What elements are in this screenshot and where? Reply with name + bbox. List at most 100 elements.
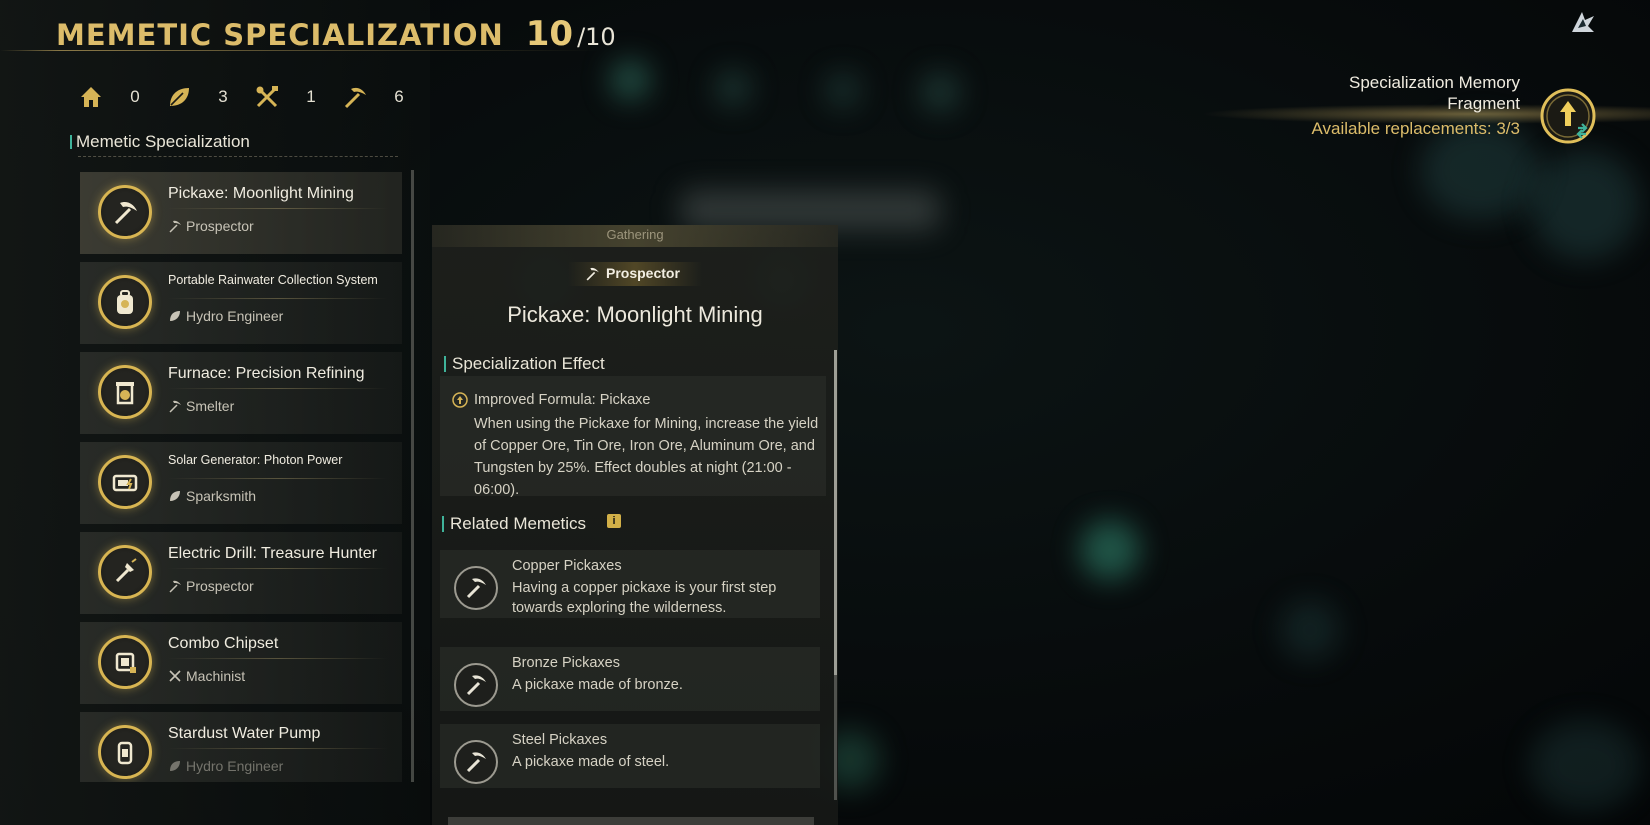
related-desc: A pickaxe made of steel.	[512, 754, 670, 770]
title-divider	[0, 50, 600, 51]
stat-leaf: 3	[166, 84, 254, 110]
backpack-icon	[117, 290, 133, 314]
item-icon-ring	[98, 365, 152, 419]
title-count: 10	[525, 14, 574, 54]
related-name: Copper Pickaxes	[512, 558, 622, 574]
pump-icon	[117, 741, 133, 765]
pickaxe-icon	[169, 220, 181, 233]
list-item[interactable]: Pickaxe: Moonlight Mining Prospector	[80, 172, 402, 254]
item-role-label: Sparksmith	[186, 488, 257, 504]
related-desc: Having a copper pickaxe is your first st…	[512, 580, 777, 616]
stat-pickaxe: 6	[342, 84, 430, 110]
title-max: /10	[577, 23, 616, 51]
related-icon-ring	[454, 566, 498, 610]
effect-name: Improved Formula: Pickaxe	[474, 392, 651, 408]
item-role: Hydro Engineer	[168, 758, 283, 774]
leaf-icon	[170, 88, 189, 106]
item-icon-ring	[98, 725, 152, 779]
item-divider	[168, 478, 388, 479]
related-desc: A pickaxe made of bronze.	[512, 677, 683, 693]
item-role-label: Smelter	[186, 398, 235, 414]
item-role: Machinist	[168, 668, 245, 684]
info-icon[interactable]: i	[607, 514, 621, 528]
leaf-icon	[170, 311, 180, 321]
related-item[interactable]: Steel Pickaxes A pickaxe made of steel.	[440, 724, 820, 788]
stat-pickaxe-value: 6	[394, 87, 404, 106]
pickaxe-icon	[169, 580, 181, 593]
leaf-icon	[170, 761, 180, 771]
item-divider	[168, 748, 388, 749]
item-name: Portable Rainwater Collection System	[168, 273, 378, 287]
item-role: Hydro Engineer	[168, 308, 283, 324]
stat-tools-value: 1	[306, 87, 316, 106]
item-divider	[168, 298, 388, 299]
stat-home: 0	[78, 84, 166, 110]
related-icon-ring	[454, 740, 498, 784]
item-role: Prospector	[168, 218, 254, 234]
specialization-stats: 0 3 1 6	[78, 84, 430, 110]
pickaxe-icon	[466, 675, 486, 696]
item-icon-ring	[98, 185, 152, 239]
upgrade-icon	[452, 392, 468, 408]
list-scrollbar[interactable]	[411, 170, 414, 782]
item-name: Pickaxe: Moonlight Mining	[168, 185, 354, 202]
stat-home-value: 0	[130, 87, 140, 106]
related-heading: Related Memetics	[441, 514, 587, 533]
stat-tools: 1	[254, 84, 342, 110]
page-title: MEMETIC SPECIALIZATION 10 /10	[56, 14, 616, 58]
list-item[interactable]: Stardust Water Pump Hydro Engineer	[80, 712, 402, 782]
related-item[interactable]: Bronze Pickaxes A pickaxe made of bronze…	[440, 647, 820, 711]
fragment-title-1: Specialization Memory	[1348, 73, 1520, 92]
spec-tag-label: Prospector	[606, 265, 680, 281]
pickaxe-icon	[114, 201, 137, 225]
item-name: Stardust Water Pump	[168, 725, 321, 742]
list-item[interactable]: Furnace: Precision Refining Smelter	[80, 352, 402, 434]
item-name: Solar Generator: Photon Power	[168, 453, 343, 467]
item-name: Electric Drill: Treasure Hunter	[168, 545, 377, 562]
related-item[interactable]: Copper Pickaxes Having a copper pickaxe …	[440, 550, 820, 618]
list-heading: Memetic Specialization	[70, 132, 250, 151]
specialization-list: Pickaxe: Moonlight Mining Prospector Por…	[80, 172, 402, 782]
list-item[interactable]: Portable Rainwater Collection System Hyd…	[80, 262, 402, 344]
detail-scrollbar-thumb[interactable]	[834, 350, 837, 675]
spec-tag: Prospector	[585, 265, 680, 281]
item-icon-ring	[98, 455, 152, 509]
list-heading-divider	[78, 156, 398, 157]
item-icon-ring	[98, 275, 152, 329]
item-role: Sparksmith	[168, 488, 256, 504]
item-divider	[168, 658, 388, 659]
list-item[interactable]: Electric Drill: Treasure Hunter Prospect…	[80, 532, 402, 614]
chip-icon	[115, 652, 136, 673]
generator-icon	[112, 474, 138, 492]
item-icon-ring	[98, 635, 152, 689]
furnace-icon	[116, 382, 134, 405]
pickaxe-icon	[344, 87, 366, 109]
related-name: Steel Pickaxes	[512, 732, 608, 748]
effect-description: When using the Pickaxe for Mining, incre…	[474, 416, 819, 498]
pickaxe-icon	[466, 578, 486, 599]
item-role-label: Machinist	[186, 668, 246, 684]
related-name: Bronze Pickaxes	[512, 655, 620, 671]
item-icon-ring	[98, 545, 152, 599]
pickaxe-icon	[169, 400, 181, 413]
item-role: Smelter	[168, 398, 234, 414]
emblem-icon[interactable]	[1568, 8, 1598, 38]
item-role-label: Hydro Engineer	[186, 758, 284, 774]
tools-icon	[256, 86, 278, 108]
list-item[interactable]: Solar Generator: Photon Power Sparksmith	[80, 442, 402, 524]
pickaxe-icon	[466, 752, 486, 773]
detail-title: Pickaxe: Moonlight Mining	[507, 302, 763, 327]
detail-category: Gathering	[606, 227, 664, 242]
item-name: Combo Chipset	[168, 635, 279, 652]
leaf-icon	[170, 491, 180, 501]
item-role-label: Prospector	[186, 578, 254, 594]
list-item[interactable]: Combo Chipset Machinist	[80, 622, 402, 704]
memory-fragment-icon[interactable]	[1538, 86, 1598, 146]
title-text: MEMETIC SPECIALIZATION	[56, 18, 504, 52]
related-icon-ring	[454, 663, 498, 707]
detail-bottom-bar	[448, 817, 814, 825]
fragment-replacements: Available replacements: 3/3	[1311, 119, 1520, 138]
item-name: Furnace: Precision Refining	[168, 365, 365, 382]
stat-leaf-value: 3	[218, 87, 228, 106]
effect-heading: Specialization Effect	[444, 354, 605, 373]
